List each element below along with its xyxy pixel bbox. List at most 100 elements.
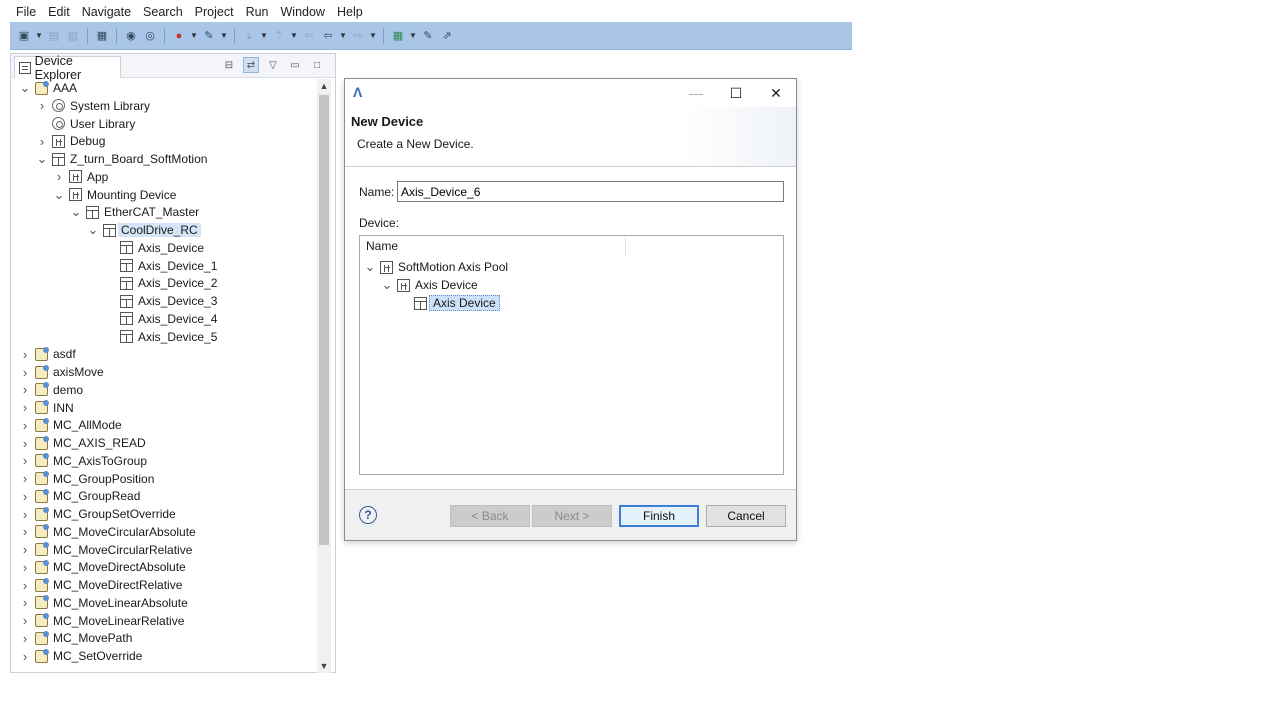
expanded-chevron-icon[interactable]: ⌄ xyxy=(87,222,99,237)
collapsed-chevron-icon[interactable]: › xyxy=(19,524,31,539)
collapsed-chevron-icon[interactable]: › xyxy=(19,347,31,362)
stop-icon[interactable]: ◎ xyxy=(142,28,158,44)
link-with-editor-icon[interactable]: ⇄ xyxy=(243,57,259,73)
expanded-chevron-icon[interactable]: ⌄ xyxy=(36,151,48,166)
perspective-icon[interactable]: ▦ xyxy=(390,28,406,44)
tree-item[interactable]: › App xyxy=(53,168,109,186)
tree-item[interactable]: ⌄ AAA xyxy=(19,79,77,97)
menu-project[interactable]: Project xyxy=(189,3,240,21)
tree-item[interactable]: › MC_MoveDirectAbsolute xyxy=(19,558,186,576)
collapsed-chevron-icon[interactable]: › xyxy=(19,560,31,575)
name-field[interactable] xyxy=(397,181,784,202)
tree-item[interactable]: › MC_MoveCircularRelative xyxy=(19,541,192,559)
collapsed-chevron-icon[interactable]: › xyxy=(19,507,31,522)
tree-item[interactable]: › MC_MoveCircularAbsolute xyxy=(19,523,196,541)
collapsed-chevron-icon[interactable]: › xyxy=(36,98,48,113)
collapsed-chevron-icon[interactable]: › xyxy=(19,578,31,593)
scroll-thumb[interactable] xyxy=(319,95,329,545)
scroll-down-icon[interactable]: ▼ xyxy=(317,659,331,673)
collapsed-chevron-icon[interactable]: › xyxy=(19,542,31,557)
device-list[interactable]: Name ⌄ SoftMotion Axis Pool ⌄ Axis Device Ax… xyxy=(359,235,784,475)
tree-item[interactable]: › MC_AXIS_READ xyxy=(19,434,146,452)
menu-navigate[interactable]: Navigate xyxy=(76,3,137,21)
expanded-chevron-icon[interactable]: ⌄ xyxy=(19,80,31,95)
cancel-button[interactable]: Cancel xyxy=(706,505,786,527)
menu-window[interactable]: Window xyxy=(275,3,331,21)
menu-edit[interactable]: Edit xyxy=(42,3,76,21)
tree-item[interactable]: › MC_MoveDirectRelative xyxy=(19,576,182,594)
save-all-icon[interactable]: ▥ xyxy=(65,28,81,44)
menu-help[interactable]: Help xyxy=(331,3,369,21)
forward-dropdown-icon[interactable]: ▼ xyxy=(369,28,377,44)
help-icon[interactable]: ? xyxy=(359,506,377,524)
collapsed-chevron-icon[interactable]: › xyxy=(19,595,31,610)
tree-item[interactable]: ⌄ Z_turn_Board_SoftMotion xyxy=(36,150,208,168)
tree-scrollbar[interactable]: ▲ ▼ xyxy=(317,79,331,673)
collapsed-chevron-icon[interactable]: › xyxy=(19,489,31,504)
next-button[interactable]: Next > xyxy=(532,505,612,527)
tree-item[interactable]: › MC_MovePath xyxy=(19,629,132,647)
tree-item[interactable]: Axis_Device_5 xyxy=(104,328,217,346)
minimize-icon[interactable]: ▭ xyxy=(287,57,303,73)
tree-item[interactable]: Axis_Device xyxy=(104,239,204,257)
tree-item[interactable]: › MC_AllMode xyxy=(19,416,122,434)
expanded-chevron-icon[interactable]: ⌄ xyxy=(381,277,393,292)
prev-annotation-icon[interactable]: ⇡ xyxy=(271,28,287,44)
tree-item[interactable]: Axis_Device_3 xyxy=(104,292,217,310)
collapsed-chevron-icon[interactable]: › xyxy=(19,418,31,433)
collapsed-chevron-icon[interactable]: › xyxy=(19,382,31,397)
tree-item[interactable]: › asdf xyxy=(19,345,76,363)
debug-dropdown-icon[interactable]: ▼ xyxy=(190,28,198,44)
expanded-chevron-icon[interactable]: ⌄ xyxy=(364,259,376,274)
tools-dropdown-icon[interactable]: ▼ xyxy=(220,28,228,44)
expanded-chevron-icon[interactable]: ⌄ xyxy=(53,187,65,202)
back-button[interactable]: < Back xyxy=(450,505,530,527)
finish-button[interactable]: Finish xyxy=(619,505,699,527)
collapse-all-icon[interactable]: ⊟ xyxy=(221,57,237,73)
device-type-item[interactable]: Axis Device xyxy=(398,294,500,312)
build-icon[interactable]: ▦ xyxy=(94,28,110,44)
tree-item[interactable]: › MC_MoveLinearRelative xyxy=(19,612,184,630)
edit-icon[interactable]: ✎ xyxy=(420,28,436,44)
new-icon[interactable]: ▣ xyxy=(16,28,32,44)
tree-item[interactable]: ⌄ CoolDrive_RC xyxy=(87,221,201,239)
tree-item[interactable]: › MC_GroupPosition xyxy=(19,470,154,488)
last-edit-icon[interactable]: ⇐ xyxy=(301,28,317,44)
menu-file[interactable]: File xyxy=(10,3,42,21)
next-annotation-icon[interactable]: ⇣ xyxy=(241,28,257,44)
tree-item[interactable]: › MC_GroupSetOverride xyxy=(19,505,176,523)
prev-annotation-dropdown-icon[interactable]: ▼ xyxy=(290,28,298,44)
column-header-name[interactable]: Name xyxy=(360,236,626,257)
maximize-icon[interactable]: ☐ xyxy=(719,83,753,103)
tree-item[interactable]: Axis_Device_1 xyxy=(104,257,217,275)
collapsed-chevron-icon[interactable]: › xyxy=(19,453,31,468)
view-menu-icon[interactable]: ▽ xyxy=(265,57,281,73)
collapsed-chevron-icon[interactable]: › xyxy=(19,436,31,451)
device-type-item[interactable]: ⌄ SoftMotion Axis Pool xyxy=(364,258,509,276)
maximize-icon[interactable]: □ xyxy=(309,57,325,73)
tree-item[interactable]: › MC_AxisToGroup xyxy=(19,452,147,470)
collapsed-chevron-icon[interactable]: › xyxy=(19,471,31,486)
collapsed-chevron-icon[interactable]: › xyxy=(19,649,31,664)
debug-icon[interactable]: ● xyxy=(171,28,187,44)
tree-item[interactable]: › System Library xyxy=(36,97,150,115)
tree-item[interactable]: › Debug xyxy=(36,132,106,150)
collapsed-chevron-icon[interactable]: › xyxy=(19,365,31,380)
back-dropdown-icon[interactable]: ▼ xyxy=(339,28,347,44)
next-annotation-dropdown-icon[interactable]: ▼ xyxy=(260,28,268,44)
export-icon[interactable]: ⇗ xyxy=(439,28,455,44)
perspective-dropdown-icon[interactable]: ▼ xyxy=(409,28,417,44)
tree-item[interactable]: › INN xyxy=(19,399,74,417)
tree-item[interactable]: › demo xyxy=(19,381,83,399)
new-dropdown-icon[interactable]: ▼ xyxy=(35,28,43,44)
minimize-icon[interactable]: — xyxy=(679,83,713,103)
menu-search[interactable]: Search xyxy=(137,3,189,21)
device-type-item[interactable]: ⌄ Axis Device xyxy=(381,276,478,294)
menu-run[interactable]: Run xyxy=(240,3,275,21)
close-icon[interactable]: ✕ xyxy=(759,83,793,103)
tree-item[interactable]: User Library xyxy=(36,115,135,133)
expanded-chevron-icon[interactable]: ⌄ xyxy=(70,204,82,219)
forward-icon[interactable]: ⇨ xyxy=(350,28,366,44)
collapsed-chevron-icon[interactable]: › xyxy=(36,134,48,149)
tree-item[interactable]: › axisMove xyxy=(19,363,104,381)
